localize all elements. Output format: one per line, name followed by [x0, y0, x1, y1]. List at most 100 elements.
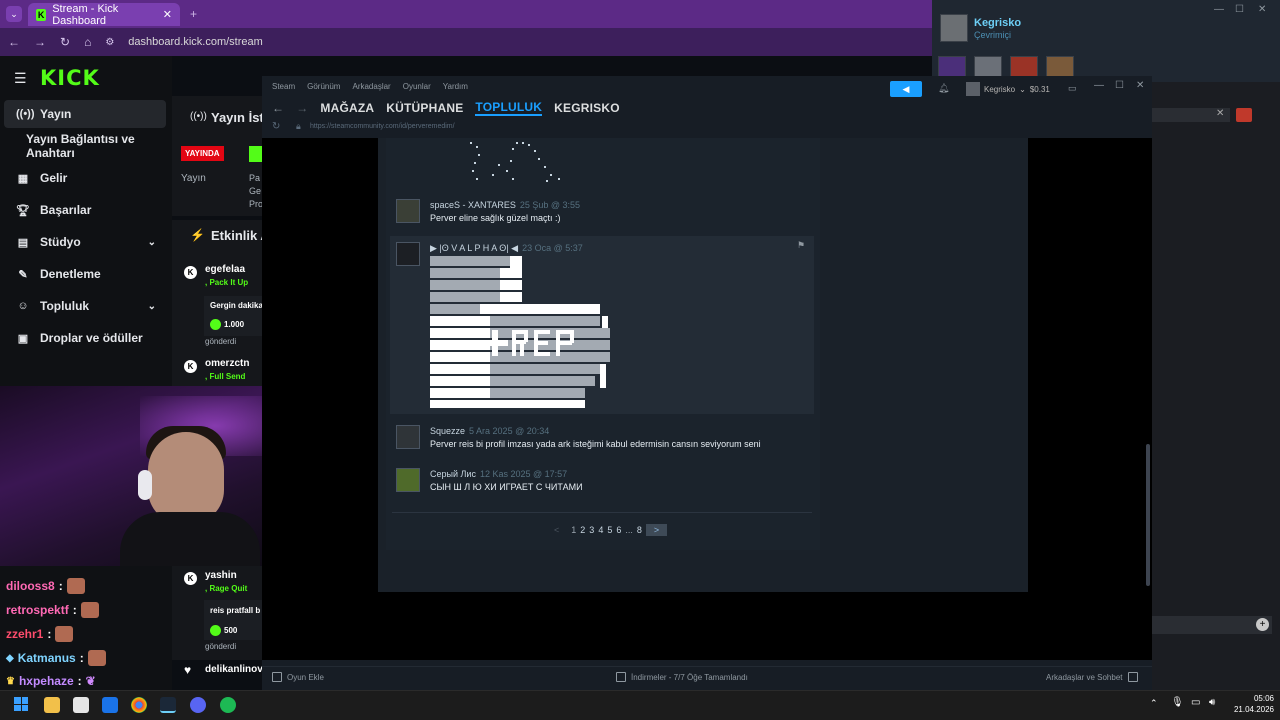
tab-title: Stream - Kick Dashboard [52, 2, 119, 27]
maximize-icon[interactable]: ☐ [1115, 80, 1124, 91]
bell-icon[interactable]: 🔔︎ [938, 83, 949, 94]
chrome-icon[interactable] [131, 697, 147, 713]
avatar[interactable] [396, 242, 420, 266]
avatar[interactable] [940, 14, 968, 42]
friend-avatar[interactable] [1010, 56, 1038, 78]
reload-icon[interactable]: ↻ [60, 35, 70, 49]
chat-user[interactable]: Katmanus [18, 651, 76, 665]
site-info-icon[interactable]: ⚙ [105, 37, 114, 48]
minimize-icon[interactable]: — [1214, 4, 1224, 15]
chat-user[interactable]: retrospektf [6, 603, 69, 617]
friends-username[interactable]: Kegrisko [974, 17, 1021, 29]
nav-item-studyo[interactable]: ▤ Stüdyo ⌄ [4, 228, 166, 256]
account-menu[interactable]: Kegrisko ⌄ $0.31 [966, 82, 1050, 96]
windows-start-icon[interactable] [14, 697, 28, 711]
menu-item-help[interactable]: Yardım [443, 82, 468, 91]
tab-profile[interactable]: KEGRISKO [554, 101, 620, 115]
forward-icon[interactable]: → [34, 35, 46, 49]
spotify-icon[interactable] [220, 697, 236, 713]
reload-icon[interactable]: ↻ [272, 121, 280, 132]
monitor-icon[interactable]: ▭ [1068, 83, 1077, 94]
back-icon[interactable]: ← [272, 101, 284, 115]
hamburger-menu-icon[interactable]: ☰ [14, 70, 27, 87]
minimize-icon[interactable]: — [1094, 80, 1104, 91]
speaker-icon[interactable]: 🔊︎ [1209, 697, 1215, 708]
chat-user[interactable]: zzehr1 [6, 627, 43, 641]
comment-author[interactable]: ▶ |ʘ V A L P H A ʘ| ◀ [430, 243, 518, 253]
pager-prev[interactable]: < [546, 525, 567, 535]
add-game-button[interactable]: Oyun Ekle [272, 672, 324, 682]
event-user[interactable]: delikanlinova [205, 664, 268, 675]
friends-status: Çevrimiçi [974, 30, 1011, 40]
chat-input[interactable] [1152, 616, 1272, 634]
forward-icon[interactable]: → [296, 101, 308, 115]
nav-item-denetleme[interactable]: ✎ Denetleme [4, 260, 166, 288]
store-icon[interactable] [73, 697, 89, 713]
page-link[interactable]: 6 [616, 525, 621, 535]
discord-icon[interactable] [190, 697, 206, 713]
tab-community[interactable]: TOPLULUK [475, 100, 543, 116]
page-link[interactable]: 5 [607, 525, 612, 535]
add-icon[interactable]: + [1256, 618, 1269, 631]
downloads-button[interactable]: İndirmeler - 7/7 Öğe Tamamlandı [616, 672, 748, 682]
microphone-icon[interactable]: 🎙︎ [1171, 697, 1184, 708]
file-explorer-icon[interactable] [44, 697, 60, 713]
avatar[interactable] [396, 425, 420, 449]
chat-user[interactable]: dilooss8 [6, 579, 55, 593]
steam-url[interactable]: https://steamcommunity.com/id/perveremed… [310, 123, 455, 130]
event-user[interactable]: egefelaa [205, 264, 245, 275]
url-field[interactable]: dashboard.kick.com/stream [128, 36, 263, 48]
home-icon[interactable]: ⌂ [84, 35, 91, 49]
friend-avatar[interactable] [974, 56, 1002, 78]
close-icon[interactable]: ✕ [1258, 4, 1266, 15]
avatar[interactable] [396, 468, 420, 492]
event-user[interactable]: yashin [205, 570, 237, 581]
tab-library[interactable]: KÜTÜPHANE [386, 101, 463, 115]
nav-item-yayin[interactable]: ((•)) Yayın [4, 100, 166, 128]
kick-logo[interactable]: KICK [40, 66, 100, 90]
tab-store[interactable]: MAĞAZA [320, 101, 374, 115]
notification-icon[interactable] [1236, 108, 1252, 122]
close-icon[interactable]: ✕ [1136, 80, 1144, 91]
comment-author[interactable]: spaceS - XANTARES [430, 200, 516, 210]
nav-item-basarilar[interactable]: 🏆︎ Başarılar [4, 196, 166, 224]
page-link[interactable]: 8 [637, 525, 642, 535]
friend-avatar[interactable] [1046, 56, 1074, 78]
scrollbar[interactable] [1146, 444, 1150, 586]
page-link[interactable]: 1 [571, 525, 576, 535]
tab-list-button[interactable]: ⌄ [6, 6, 22, 22]
close-tab-icon[interactable]: ✕ [163, 8, 172, 21]
menu-item-steam[interactable]: Steam [272, 82, 295, 91]
nav-item-topluluk[interactable]: ☺ Topluluk ⌄ [4, 292, 166, 320]
browser-tab[interactable]: K Stream - Kick Dashboard ✕ [28, 2, 180, 27]
steam-icon[interactable] [160, 697, 176, 713]
report-flag-icon[interactable]: ⚑ [797, 240, 805, 251]
comment-author[interactable]: Squezze [430, 426, 465, 436]
menu-item-view[interactable]: Görünüm [307, 82, 340, 91]
new-tab-button[interactable]: + [190, 7, 197, 21]
chat-user[interactable]: hxpehaze [19, 674, 74, 688]
megaphone-icon[interactable]: ◀︎ [890, 81, 922, 97]
chevron-up-icon[interactable]: ⌃ [1150, 698, 1158, 709]
outlook-icon[interactable] [102, 697, 118, 713]
comment-author[interactable]: Серый Лис [430, 469, 476, 479]
page-link[interactable]: 4 [598, 525, 603, 535]
nav-item-gelir[interactable]: ▦ Gelir [4, 164, 166, 192]
system-clock[interactable]: 05:06 21.04.2026 [1226, 693, 1274, 715]
menu-item-friends[interactable]: Arkadaşlar [352, 82, 390, 91]
friend-avatar[interactable] [938, 56, 966, 78]
menu-item-games[interactable]: Oyunlar [403, 82, 431, 91]
nav-item-droplar[interactable]: ▣ Droplar ve ödüller [4, 324, 166, 352]
nav-item-stream-key[interactable]: Yayın Bağlantısı ve Anahtarı [4, 132, 166, 160]
page-link[interactable]: 2 [580, 525, 585, 535]
page-link[interactable]: 3 [589, 525, 594, 535]
back-icon[interactable]: ← [8, 35, 20, 49]
pager-next[interactable]: > [645, 524, 668, 536]
event-user[interactable]: omerzctn [205, 358, 249, 369]
maximize-icon[interactable]: ☐ [1235, 4, 1244, 15]
friends-chat-button[interactable]: Arkadaşlar ve Sohbet [1046, 672, 1138, 682]
avatar[interactable] [396, 199, 420, 223]
close-icon[interactable]: ✕ [1216, 108, 1224, 119]
broadcast-icon: ((•)) [190, 111, 207, 122]
monitor-icon[interactable]: ▭ [1191, 697, 1200, 708]
